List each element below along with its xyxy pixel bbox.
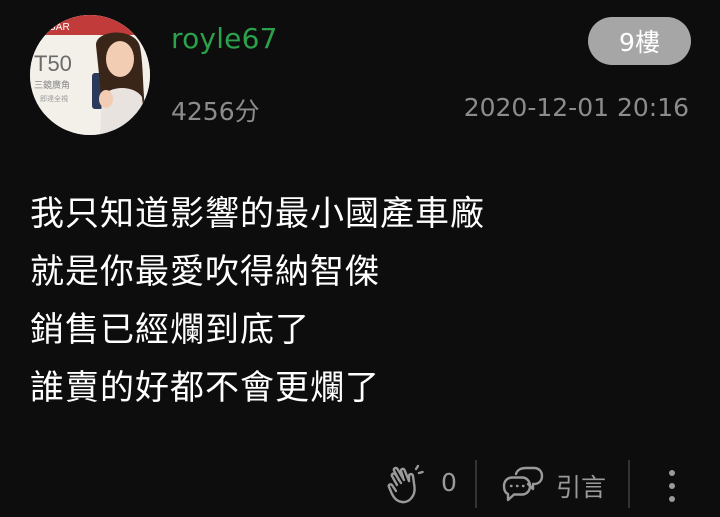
avatar-caption-2: 即達全視	[40, 94, 68, 103]
like-button[interactable]: 0	[380, 458, 475, 514]
action-divider	[475, 460, 477, 508]
content-line: 誰賣的好都不會更爛了	[30, 368, 380, 408]
post-action-bar: 0 引言	[380, 458, 700, 514]
avatar-caption-1: 三鏡廣角	[34, 79, 70, 91]
username[interactable]: royle67	[171, 22, 278, 55]
avatar-image: GAR T50 三鏡廣角 即達全視	[30, 15, 150, 135]
post-timestamp: 2020-12-01 20:16	[463, 93, 689, 122]
avatar-brand-text: GAR	[48, 22, 70, 33]
content-line: 就是你最愛吹得納智傑	[30, 252, 380, 292]
action-divider	[628, 460, 630, 508]
content-line: 銷售已經爛到底了	[30, 310, 310, 350]
quote-button[interactable]: 引言	[492, 458, 622, 514]
avatar-model-text: T50	[34, 51, 72, 76]
post-content: 我只知道影響的最小國產車廠 就是你最愛吹得納智傑 銷售已經爛到底了 誰賣的好都不…	[30, 185, 690, 417]
content-line: 我只知道影響的最小國產車廠	[30, 194, 485, 234]
quote-label: 引言	[556, 473, 607, 502]
more-options-button[interactable]	[656, 458, 692, 514]
quote-bubble-icon	[502, 466, 544, 502]
clap-hands-icon	[387, 464, 424, 504]
user-score: 4256分	[171, 97, 260, 126]
floor-badge: 9樓	[588, 17, 691, 65]
like-count: 0	[441, 468, 457, 497]
avatar[interactable]: GAR T50 三鏡廣角 即達全視	[30, 15, 150, 135]
